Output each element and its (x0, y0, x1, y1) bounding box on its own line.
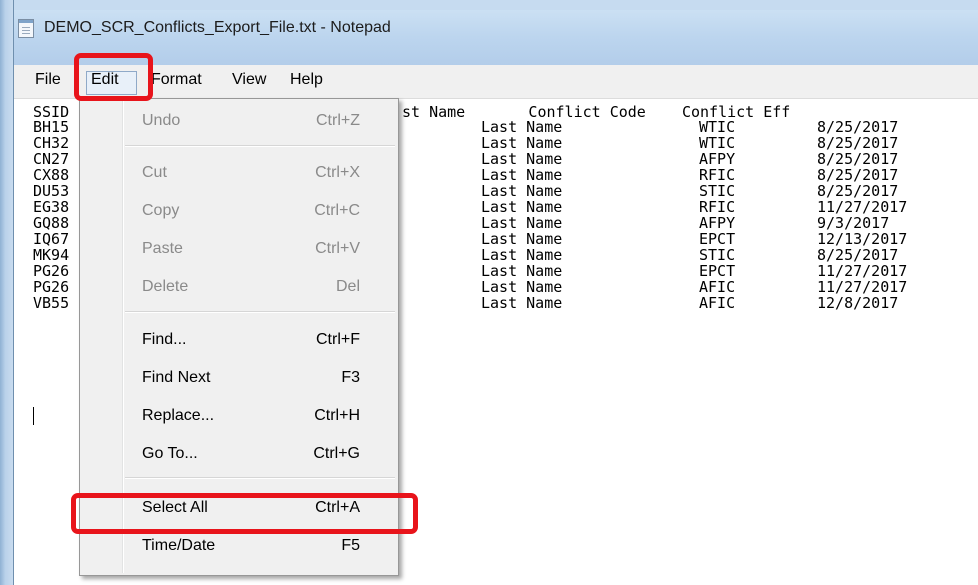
row-ssid: CX88 (33, 166, 70, 184)
row-ssid: GQ88 (33, 214, 70, 232)
row-conflict-date: 11/27/2017 (817, 262, 908, 280)
row-ssid: BH15 (33, 118, 70, 136)
row-conflict-code: STIC (699, 182, 736, 200)
row-last-name: Last Name (481, 134, 563, 152)
row-last-name: Last Name (481, 150, 563, 168)
row-last-name: Last Name (481, 118, 563, 136)
menu-item-paste[interactable]: Paste Ctrl+V (80, 230, 398, 268)
row-ssid: EG38 (33, 198, 70, 216)
row-conflict-date: 11/27/2017 (817, 198, 908, 216)
menu-help[interactable]: Help (290, 71, 323, 89)
menu-item-undo[interactable]: Undo Ctrl+Z (80, 102, 398, 140)
row-last-name: Last Name (481, 246, 563, 264)
row-conflict-code: STIC (699, 246, 736, 264)
menu-item-find[interactable]: Find... Ctrl+F (80, 321, 398, 359)
menu-item-label: Go To... (142, 445, 198, 462)
row-conflict-code: RFIC (699, 166, 736, 184)
row-conflict-code: AFPY (699, 214, 736, 232)
row-last-name: Last Name (481, 182, 563, 200)
menu-item-shortcut: Del (335, 278, 360, 295)
row-last-name: Last Name (481, 294, 563, 312)
row-last-name: Last Name (481, 262, 563, 280)
menu-item-cut[interactable]: Cut Ctrl+X (80, 154, 398, 192)
row-conflict-date: 12/13/2017 (817, 230, 908, 248)
menu-item-replace[interactable]: Replace... Ctrl+H (80, 397, 398, 435)
row-conflict-date: 8/25/2017 (817, 134, 899, 152)
menu-item-shortcut: Ctrl+G (313, 445, 360, 462)
row-ssid: DU53 (33, 182, 70, 200)
text-caret (33, 407, 34, 425)
row-conflict-code: AFIC (699, 294, 736, 312)
menu-item-go-to[interactable]: Go To... Ctrl+G (80, 435, 398, 473)
annotation-select-all-highlight (71, 493, 418, 534)
row-last-name: Last Name (481, 278, 563, 296)
menu-item-copy[interactable]: Copy Ctrl+C (80, 192, 398, 230)
menu-view[interactable]: View (232, 71, 266, 89)
menu-item-label: Replace... (142, 407, 215, 424)
row-last-name: Last Name (481, 214, 563, 232)
row-conflict-code: EPCT (699, 230, 736, 248)
notepad-window: DEMO_SCR_Conflicts_Export_File.txt - Not… (0, 0, 978, 585)
menu-item-shortcut: Ctrl+H (314, 407, 360, 424)
menu-item-shortcut: Ctrl+C (314, 202, 360, 219)
row-conflict-date: 8/25/2017 (817, 182, 899, 200)
row-conflict-code: EPCT (699, 262, 736, 280)
row-ssid: CH32 (33, 134, 70, 152)
menu-item-shortcut: Ctrl+X (315, 164, 360, 181)
row-ssid: PG26 (33, 262, 70, 280)
row-ssid: IQ67 (33, 230, 70, 248)
annotation-edit-highlight (74, 53, 153, 101)
menu-item-shortcut: Ctrl+Z (316, 112, 360, 129)
row-conflict-code: WTIC (699, 118, 736, 136)
menu-separator (125, 145, 395, 147)
menu-separator (125, 311, 395, 313)
menu-format[interactable]: Format (151, 71, 202, 89)
row-ssid: PG26 (33, 278, 70, 296)
menu-item-shortcut: F5 (341, 537, 360, 554)
window-top-border (0, 0, 978, 10)
menu-file[interactable]: File (35, 71, 61, 89)
menu-item-label: Copy (142, 202, 180, 219)
notepad-icon (18, 19, 34, 38)
row-conflict-date: 8/25/2017 (817, 118, 899, 136)
row-conflict-code: AFIC (699, 278, 736, 296)
row-ssid: CN27 (33, 150, 70, 168)
menu-separator (125, 477, 395, 479)
row-last-name: Last Name (481, 230, 563, 248)
menu-item-label: Time/Date (142, 537, 216, 554)
menu-item-shortcut: F3 (341, 369, 360, 386)
row-ssid: MK94 (33, 246, 70, 264)
menu-item-delete[interactable]: Delete Del (80, 268, 398, 306)
row-conflict-date: 12/8/2017 (817, 294, 899, 312)
row-ssid: VB55 (33, 294, 70, 312)
row-conflict-date: 8/25/2017 (817, 150, 899, 168)
menu-item-shortcut: Ctrl+F (316, 331, 360, 348)
row-conflict-code: RFIC (699, 198, 736, 216)
row-conflict-code: WTIC (699, 134, 736, 152)
menu-item-label: Delete (142, 278, 189, 295)
menu-item-shortcut: Ctrl+V (315, 240, 360, 257)
row-last-name: Last Name (481, 198, 563, 216)
row-conflict-code: AFPY (699, 150, 736, 168)
row-last-name: Last Name (481, 166, 563, 184)
window-left-border (0, 0, 14, 585)
window-title: DEMO_SCR_Conflicts_Export_File.txt - Not… (44, 19, 391, 36)
menu-item-label: Find Next (142, 369, 211, 386)
row-conflict-date: 9/3/2017 (817, 214, 890, 232)
row-conflict-date: 8/25/2017 (817, 166, 899, 184)
row-conflict-date: 11/27/2017 (817, 278, 908, 296)
row-conflict-date: 8/25/2017 (817, 246, 899, 264)
menu-item-label: Find... (142, 331, 187, 348)
menu-item-label: Undo (142, 112, 181, 129)
menu-item-label: Cut (142, 164, 167, 181)
menu-item-label: Paste (142, 240, 183, 257)
menu-item-find-next[interactable]: Find Next F3 (80, 359, 398, 397)
